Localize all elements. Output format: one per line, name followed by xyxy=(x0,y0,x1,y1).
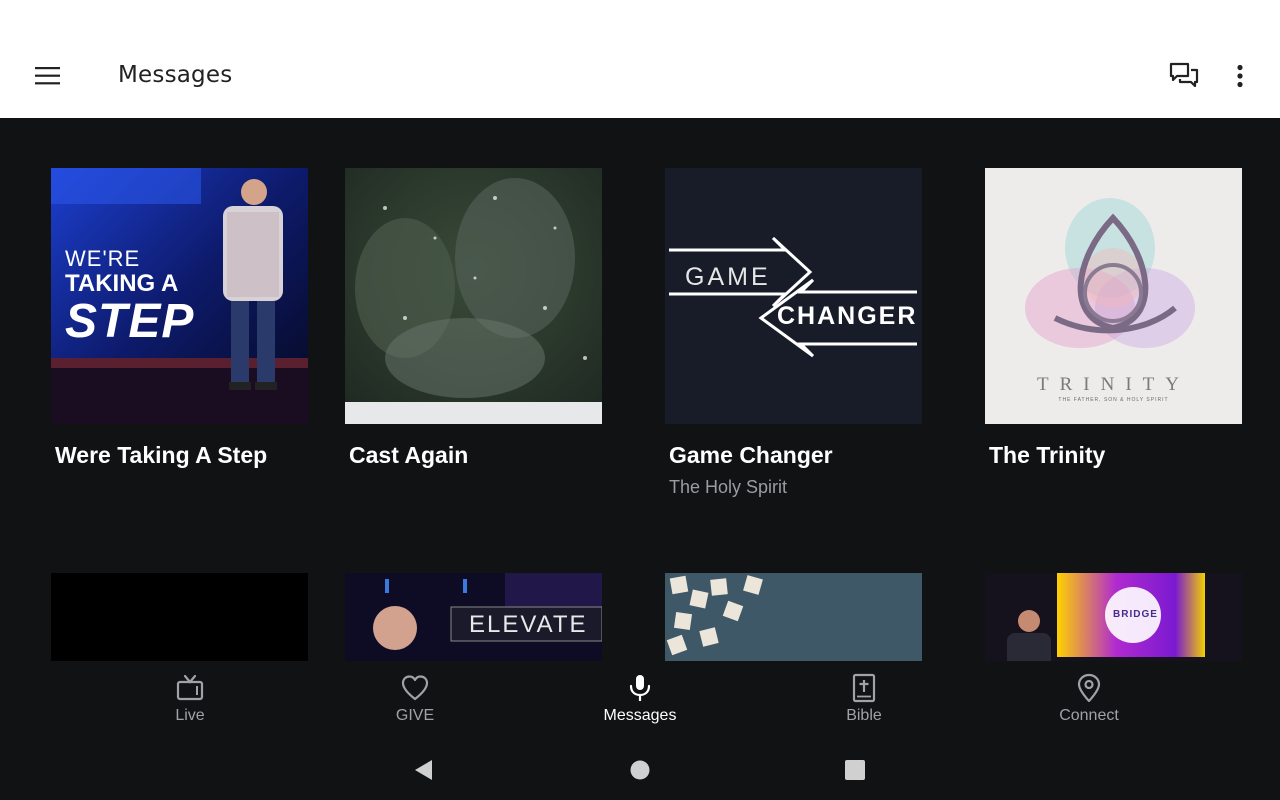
thumbnail-caption-elevate: ELEVATE xyxy=(469,611,588,638)
page-title: Messages xyxy=(118,62,233,88)
message-card[interactable]: BRIDGE xyxy=(985,573,1242,661)
message-thumbnail xyxy=(665,573,922,661)
system-home-button[interactable] xyxy=(625,755,655,785)
snowy-trees-image xyxy=(345,168,602,424)
thumbnail-caption: WE'RE TAKING A STEP xyxy=(65,246,195,348)
nav-tab-live[interactable]: Live xyxy=(130,673,250,735)
thumbnail-caption-bridge: BRIDGE xyxy=(1113,609,1158,620)
nav-label: Connect xyxy=(1059,707,1119,724)
thumbnail-caption-game: GAME xyxy=(685,263,771,291)
app-bar: Messages xyxy=(0,36,1280,118)
system-navigation-bar xyxy=(0,741,1280,800)
message-thumbnail xyxy=(51,573,308,661)
thumbnail-caption-changer: CHANGER xyxy=(777,302,918,330)
message-card[interactable]: GAME CHANGER Game Changer The Holy Spiri… xyxy=(665,168,922,498)
message-thumbnail: BRIDGE xyxy=(985,573,1242,661)
message-title: Were Taking A Step xyxy=(55,442,268,468)
nav-tab-give[interactable]: GIVE xyxy=(355,673,475,735)
letter-tiles-image xyxy=(665,573,922,661)
chat-bubbles-icon xyxy=(1169,62,1199,88)
more-options-button[interactable] xyxy=(1220,56,1260,96)
message-card[interactable]: Cast Again xyxy=(345,168,602,469)
message-title: The Trinity xyxy=(989,442,1106,468)
hamburger-menu-icon xyxy=(35,67,60,85)
nav-label: Bible xyxy=(846,707,882,724)
message-thumbnail xyxy=(345,168,602,424)
message-card[interactable]: ELEVATE xyxy=(345,573,602,661)
message-series: The Holy Spirit xyxy=(669,477,788,497)
system-recents-button[interactable] xyxy=(840,755,870,785)
message-card[interactable]: WE'RE TAKING A STEP Were Taking A Step xyxy=(51,168,308,469)
nav-tab-bible[interactable]: Bible xyxy=(804,673,924,735)
more-vertical-icon xyxy=(1237,64,1243,88)
system-back-button[interactable] xyxy=(408,755,438,785)
nav-tab-messages[interactable]: Messages xyxy=(580,673,700,735)
messages-grid: WE'RE TAKING A STEP Were Taking A Step C… xyxy=(0,118,1280,661)
chat-button[interactable] xyxy=(1162,56,1206,96)
nav-tab-connect[interactable]: Connect xyxy=(1029,673,1149,735)
bible-icon xyxy=(852,673,876,703)
nav-label: Messages xyxy=(603,707,677,724)
nav-label: Live xyxy=(175,707,205,724)
heart-icon xyxy=(401,675,429,701)
thumbnail-caption-trinity: TRINITY xyxy=(1037,374,1190,395)
location-pin-icon xyxy=(1077,673,1101,703)
message-thumbnail: TRINITY THE FATHER, SON & HOLY SPIRIT xyxy=(985,168,1242,424)
message-card[interactable]: TRINITY THE FATHER, SON & HOLY SPIRIT Th… xyxy=(985,168,1242,469)
message-thumbnail: GAME CHANGER xyxy=(665,168,922,424)
message-thumbnail: ELEVATE xyxy=(345,573,602,661)
message-card[interactable] xyxy=(51,573,308,661)
message-thumbnail: WE'RE TAKING A STEP xyxy=(51,168,308,424)
thumbnail-caption-sub: THE FATHER, SON & HOLY SPIRIT xyxy=(1058,397,1169,403)
menu-button[interactable] xyxy=(26,56,70,96)
back-triangle-icon xyxy=(415,760,432,780)
status-bar xyxy=(0,0,1280,36)
message-title: Cast Again xyxy=(349,442,469,468)
message-card[interactable] xyxy=(665,573,922,661)
home-circle-icon xyxy=(630,760,650,780)
message-title: Game Changer xyxy=(669,442,833,468)
bottom-navigation: Live GIVE Messages Bible Connect xyxy=(0,661,1280,741)
tv-icon xyxy=(176,674,204,701)
microphone-icon xyxy=(629,675,651,701)
nav-label: GIVE xyxy=(395,707,435,724)
arrows-graphic xyxy=(669,236,917,358)
recents-square-icon xyxy=(845,760,865,780)
